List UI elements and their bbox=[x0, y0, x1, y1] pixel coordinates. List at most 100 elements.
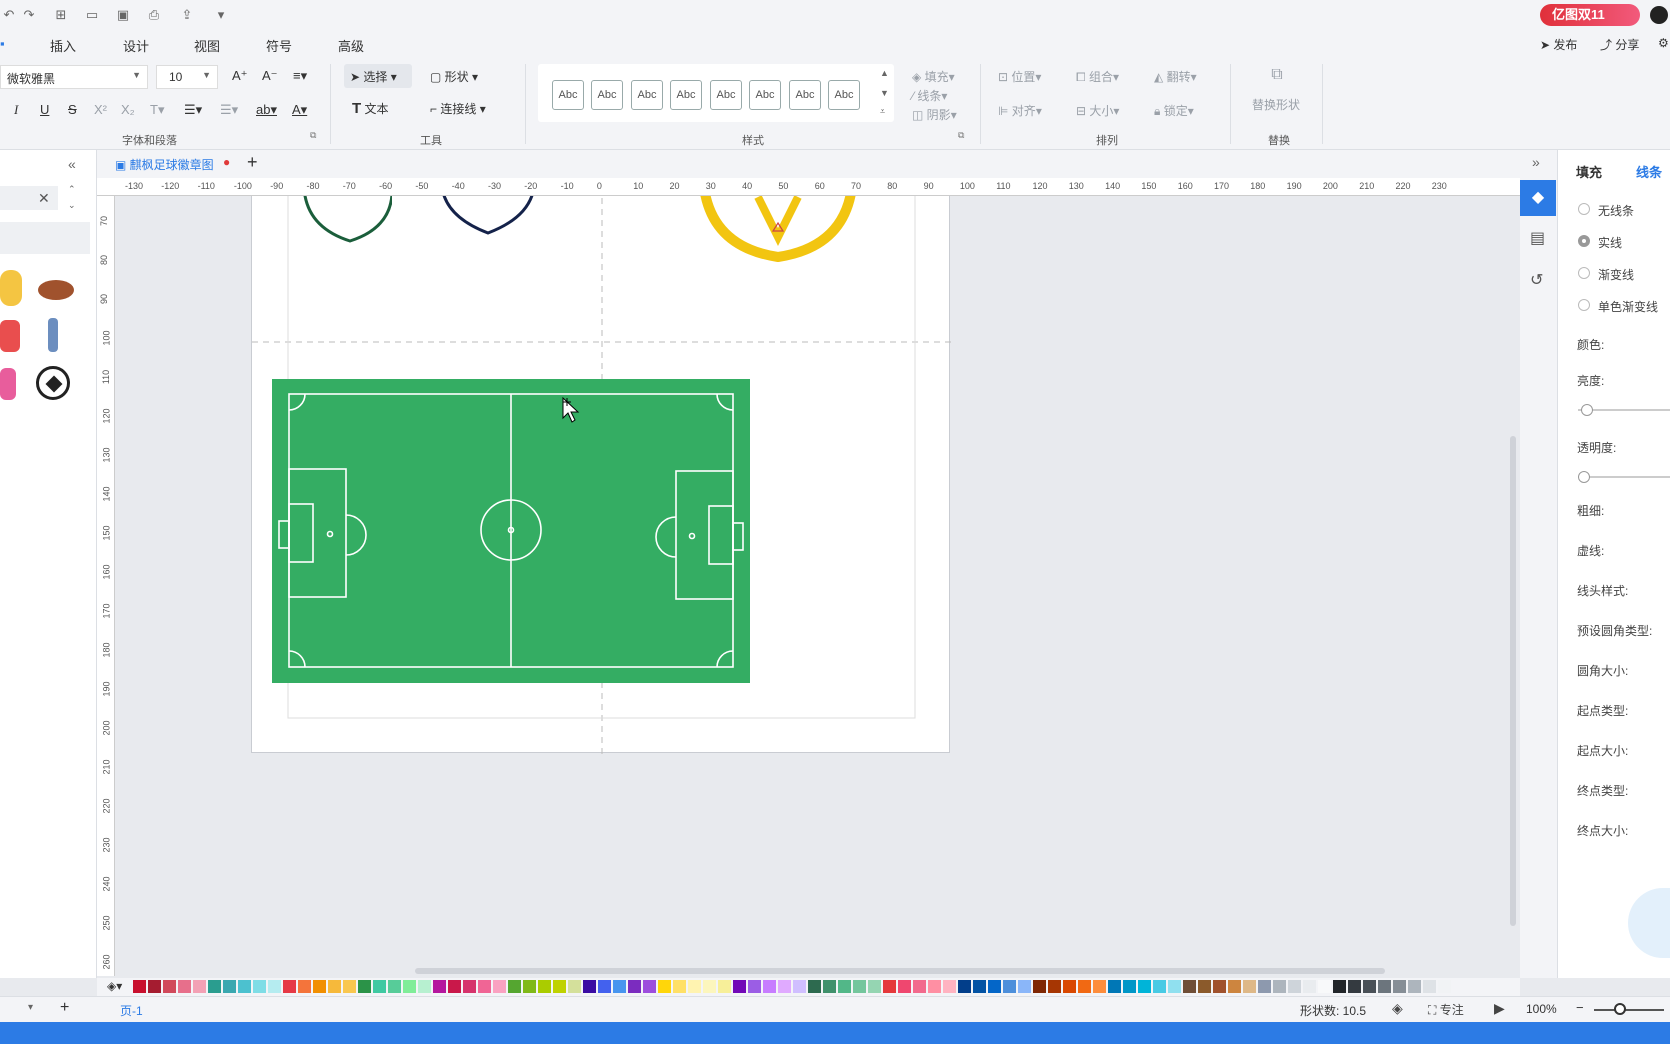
color-swatch[interactable] bbox=[1348, 980, 1361, 993]
color-swatch[interactable] bbox=[703, 980, 716, 993]
color-swatch[interactable] bbox=[523, 980, 536, 993]
color-swatch[interactable] bbox=[853, 980, 866, 993]
replace-shape-icon[interactable]: ⧉ bbox=[1252, 66, 1302, 84]
add-tab-button[interactable]: + bbox=[247, 152, 258, 173]
color-swatch[interactable] bbox=[223, 980, 236, 993]
superscript-icon[interactable]: X² bbox=[94, 102, 107, 117]
color-swatch[interactable] bbox=[1033, 980, 1046, 993]
color-swatch[interactable] bbox=[313, 980, 326, 993]
select-tool-button[interactable]: ➤ 选择 ▾ bbox=[344, 64, 412, 88]
color-swatch[interactable] bbox=[193, 980, 206, 993]
save-icon[interactable]: ▣ bbox=[114, 7, 132, 23]
color-swatch[interactable] bbox=[163, 980, 176, 993]
text-highlight-icon[interactable]: ab▾ bbox=[256, 102, 277, 118]
color-swatch[interactable] bbox=[1408, 980, 1421, 993]
transparency-slider-handle[interactable] bbox=[1578, 471, 1590, 483]
color-swatch[interactable] bbox=[553, 980, 566, 993]
position-button[interactable]: ⊡ 位置▾ bbox=[998, 68, 1041, 85]
zoom-level[interactable]: 100% bbox=[1526, 1002, 1557, 1016]
shape-tool-button[interactable]: ▢ 形状 ▾ bbox=[430, 68, 478, 85]
color-swatch[interactable] bbox=[1078, 980, 1091, 993]
increase-font-icon[interactable]: A⁺ bbox=[232, 68, 248, 84]
badge-yellow-emblem[interactable] bbox=[698, 196, 858, 269]
promo-badge[interactable]: 亿图双11 bbox=[1540, 4, 1640, 26]
paint-bucket-icon[interactable]: ◆ bbox=[1520, 180, 1556, 216]
focus-mode-button[interactable]: ⛶ 专注 bbox=[1428, 1001, 1464, 1018]
color-swatch[interactable] bbox=[178, 980, 191, 993]
color-swatch[interactable] bbox=[1333, 980, 1346, 993]
strikethrough-icon[interactable]: S bbox=[68, 102, 77, 117]
color-swatch[interactable] bbox=[823, 980, 836, 993]
color-swatch[interactable] bbox=[1198, 980, 1211, 993]
more-icon[interactable]: ▾ bbox=[212, 7, 230, 23]
color-swatch[interactable] bbox=[298, 980, 311, 993]
color-swatch[interactable] bbox=[1003, 980, 1016, 993]
color-swatch[interactable] bbox=[913, 980, 926, 993]
color-swatch[interactable] bbox=[1243, 980, 1256, 993]
file-tab-fragment[interactable]: ▪ bbox=[0, 36, 5, 51]
color-swatch[interactable] bbox=[673, 980, 686, 993]
symbol-kid-player[interactable] bbox=[0, 320, 20, 352]
close-icon[interactable]: ✕ bbox=[38, 190, 50, 207]
style-swatch[interactable]: Abc bbox=[591, 80, 623, 110]
style-swatch[interactable]: Abc bbox=[631, 80, 663, 110]
page-properties-icon[interactable]: ▤ bbox=[1530, 228, 1545, 248]
zoom-slider[interactable] bbox=[1594, 1009, 1664, 1011]
fill-button[interactable]: ◈ 填充▾ bbox=[912, 68, 955, 85]
share-button[interactable]: ⤴ 分享 bbox=[1600, 36, 1639, 53]
publish-button[interactable]: ➤ 发布 bbox=[1540, 36, 1577, 53]
history-icon[interactable]: ↺ bbox=[1530, 270, 1543, 290]
align-button[interactable]: ⊫ 对齐▾ bbox=[998, 102, 1042, 119]
decrease-font-icon[interactable]: A⁻ bbox=[262, 68, 278, 84]
export-icon[interactable]: ⇪ bbox=[178, 7, 196, 23]
style-swatch[interactable]: Abc bbox=[670, 80, 702, 110]
print-icon[interactable]: ⎙ bbox=[145, 7, 163, 23]
color-swatch[interactable] bbox=[988, 980, 1001, 993]
expand-icon[interactable]: ⧉ bbox=[958, 130, 964, 141]
color-swatch[interactable] bbox=[1093, 980, 1106, 993]
style-swatch[interactable]: Abc bbox=[828, 80, 860, 110]
transparency-slider[interactable] bbox=[1578, 476, 1670, 478]
color-swatch[interactable] bbox=[1108, 980, 1121, 993]
italic-icon[interactable]: I bbox=[14, 102, 18, 118]
menu-tab-design[interactable]: 设计 bbox=[123, 36, 149, 55]
color-swatch[interactable] bbox=[1258, 980, 1271, 993]
color-swatch[interactable] bbox=[868, 980, 881, 993]
color-swatch[interactable] bbox=[418, 980, 431, 993]
expand-panel-icon[interactable]: » bbox=[1532, 154, 1540, 170]
color-swatch[interactable] bbox=[928, 980, 941, 993]
color-swatch[interactable] bbox=[1393, 980, 1406, 993]
color-swatch[interactable] bbox=[343, 980, 356, 993]
color-swatch[interactable] bbox=[208, 980, 221, 993]
color-swatch[interactable] bbox=[793, 980, 806, 993]
color-swatch[interactable] bbox=[688, 980, 701, 993]
color-swatch[interactable] bbox=[1303, 980, 1316, 993]
badge-shield-green[interactable] bbox=[302, 196, 392, 251]
connector-tool-button[interactable]: ⌐ 连接线 ▾ bbox=[430, 100, 486, 117]
text-tool-button[interactable]: T 文本 bbox=[352, 100, 389, 117]
align-icon[interactable]: ≡▾ bbox=[293, 68, 307, 84]
color-swatch[interactable] bbox=[658, 980, 671, 993]
fill-bucket-icon[interactable]: ◈▾ bbox=[107, 979, 122, 993]
text-format-icon[interactable]: T▾ bbox=[150, 102, 164, 118]
new-icon[interactable]: ⊞ bbox=[52, 7, 70, 23]
symbol-referee[interactable] bbox=[48, 318, 58, 352]
color-swatch[interactable] bbox=[1183, 980, 1196, 993]
gallery-expand-icon[interactable]: ⩡ bbox=[880, 106, 885, 117]
lock-button[interactable]: 🔒︎ 锁定▾ bbox=[1154, 102, 1194, 119]
menu-tab-symbol[interactable]: 符号 bbox=[266, 36, 292, 55]
color-swatch[interactable] bbox=[1153, 980, 1166, 993]
color-swatch[interactable] bbox=[1018, 980, 1031, 993]
settings-icon[interactable]: ⚙ bbox=[1658, 36, 1669, 50]
line-spacing-icon[interactable]: ☰▾ bbox=[184, 102, 202, 118]
color-swatch[interactable] bbox=[358, 980, 371, 993]
color-swatch[interactable] bbox=[493, 980, 506, 993]
collapse-panel-icon[interactable]: « bbox=[68, 156, 76, 172]
layers-icon[interactable]: ◈ bbox=[1392, 1000, 1403, 1017]
flip-button[interactable]: ◭ 翻转▾ bbox=[1154, 68, 1197, 85]
zoom-out-icon[interactable]: − bbox=[1576, 1000, 1584, 1015]
radio-gradient-line[interactable] bbox=[1578, 267, 1590, 279]
color-swatch[interactable] bbox=[1063, 980, 1076, 993]
color-swatch[interactable] bbox=[373, 980, 386, 993]
color-swatch[interactable] bbox=[1288, 980, 1301, 993]
